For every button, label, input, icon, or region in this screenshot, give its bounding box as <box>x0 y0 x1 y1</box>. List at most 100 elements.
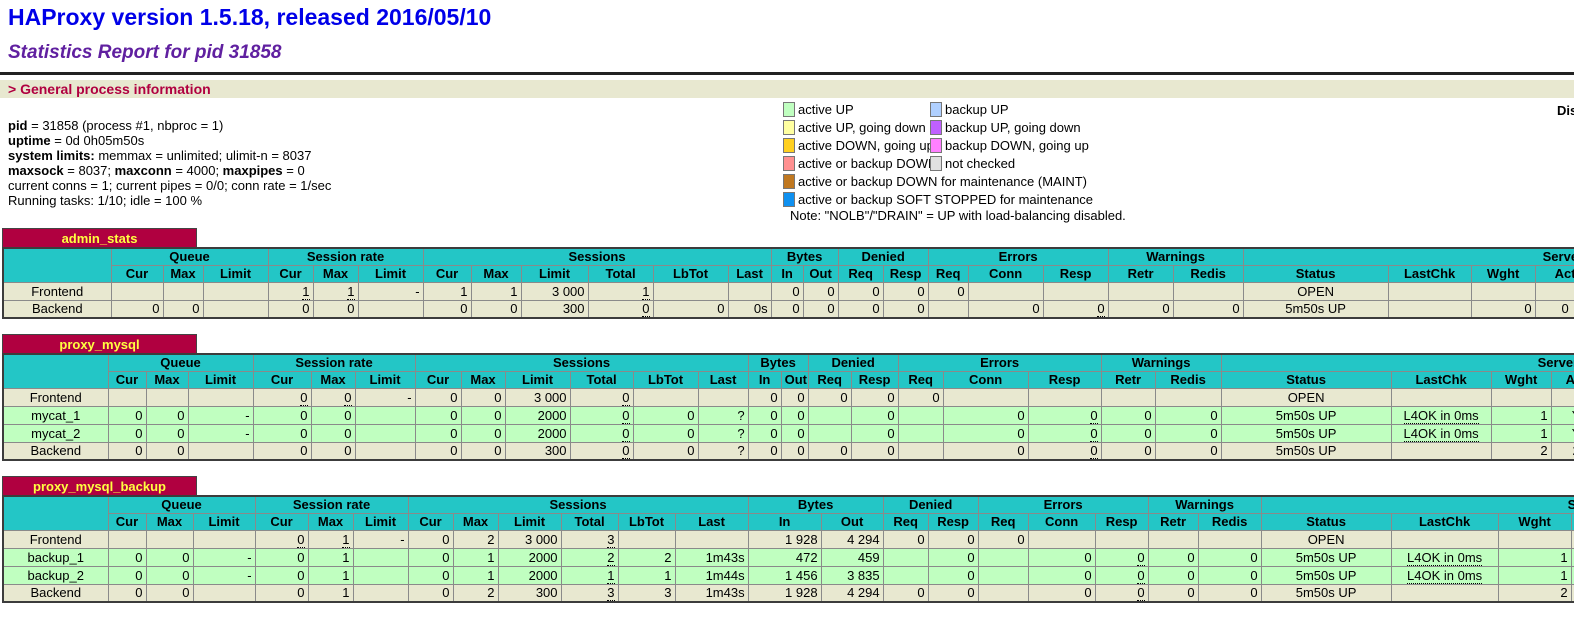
cell-denied-resp: 0 <box>851 388 898 406</box>
column-group-header-errors: Errors <box>898 354 1101 371</box>
cell-sess-total: 1 <box>588 282 653 300</box>
legend-swatch-icon <box>783 138 795 153</box>
cell-denied-req <box>808 406 851 424</box>
column-header-warn-retr: Retr <box>1148 513 1198 530</box>
cell-sess-limit: 2000 <box>505 424 570 442</box>
cell-status: 5m50s UP <box>1261 548 1391 566</box>
cell-sess-limit: 3 000 <box>498 530 561 548</box>
proxy-name-link[interactable]: proxy_mysql <box>59 337 139 352</box>
column-group-header-warnings: Warnings <box>1148 496 1261 513</box>
cell-qcur <box>108 530 146 548</box>
tooltip-value: 0 <box>642 301 649 317</box>
cell-sess-max: 2 <box>453 530 498 548</box>
cell-warn-redis: 0 <box>1198 566 1261 584</box>
cell-rate-limit <box>355 442 415 460</box>
column-header-err-conn: Conn <box>1028 513 1095 530</box>
process-info-text: uptime <box>8 133 51 148</box>
column-header-denied-resp: Resp <box>851 371 898 388</box>
tooltip-value: 1 <box>642 284 649 300</box>
cell-err-req <box>898 406 943 424</box>
column-header-sess-total: Total <box>570 371 633 388</box>
cell-denied-req: 0 <box>838 300 883 318</box>
cell-err-resp: 0 <box>1095 584 1148 602</box>
cell-rate-max: 1 <box>313 282 358 300</box>
cell-lastchk <box>1388 282 1471 300</box>
cell-lastchk: L4OK in 0ms <box>1391 566 1498 584</box>
table-row-backend: Backend000102300331m43s1 9284 2940000005… <box>3 584 1574 602</box>
cell-bytes-out: 4 294 <box>821 530 883 548</box>
tooltip-value: 3 <box>607 585 614 601</box>
cell-lbtot: 3 <box>618 584 675 602</box>
column-header-last: Last <box>728 265 771 282</box>
app-title-link[interactable]: HAProxy version 1.5.18, released 2016/05… <box>8 4 491 30</box>
cell-lastchk <box>1391 584 1498 602</box>
cell-rate-max: 0 <box>311 442 355 460</box>
table-row-backup_1: backup_100-01012000221m43s472459000005m5… <box>3 548 1574 566</box>
cell-err-conn: 0 <box>1028 548 1095 566</box>
proxy-title-bar: proxy_mysql <box>2 334 197 353</box>
cell-qmax <box>163 282 203 300</box>
column-header-qmax: Max <box>146 513 193 530</box>
column-header-rate-limit: Limit <box>353 513 408 530</box>
proxy-name-link[interactable]: proxy_mysql_backup <box>33 479 166 494</box>
table-row-frontend: Frontend00-003 000000000OPEN <box>3 388 1574 406</box>
cell-act: 2 <box>1551 442 1574 460</box>
cell-err-resp: 0 <box>1028 406 1101 424</box>
tooltip-value: 0 <box>344 390 351 406</box>
legend-swatch-icon <box>783 192 795 207</box>
column-group-header-session-rate: Session rate <box>253 354 415 371</box>
cell-sess-limit: 3 000 <box>521 282 588 300</box>
legend-swatch-icon <box>783 120 795 135</box>
cell-denied-req <box>883 566 928 584</box>
cell-qlimit: - <box>193 566 255 584</box>
column-header-qlimit: Limit <box>188 371 253 388</box>
cell-lastchk <box>1391 530 1498 548</box>
cell-sess-cur: 0 <box>415 388 461 406</box>
cell-err-req: 0 <box>928 282 968 300</box>
row-name-cell: Backend <box>3 442 108 460</box>
process-info-text: = 0 <box>283 163 305 178</box>
cell-err-req <box>978 584 1028 602</box>
column-header-rate-max: Max <box>308 513 353 530</box>
cell-sess-max: 0 <box>461 406 505 424</box>
cell-rate-cur: 0 <box>255 548 308 566</box>
column-header-rate-limit: Limit <box>358 265 423 282</box>
proxy-name-link[interactable]: admin_stats <box>62 231 138 246</box>
table-row-backend: Backend000000300000s000000005m50s UP00 <box>3 300 1574 318</box>
legend-label: active UP, going down <box>798 120 926 135</box>
cell-lbtot <box>618 530 675 548</box>
cell-sess-cur: 0 <box>423 300 471 318</box>
cell-last: 1m43s <box>675 548 748 566</box>
cell-rate-limit <box>355 424 415 442</box>
cell-sess-max: 0 <box>471 300 521 318</box>
cell-qmax: 0 <box>146 442 188 460</box>
cell-qlimit <box>188 388 253 406</box>
column-header-lastchk: LastChk <box>1391 371 1491 388</box>
cell-sess-total: 0 <box>570 442 633 460</box>
cell-bytes-out: 0 <box>803 282 838 300</box>
cell-lastchk: L4OK in 0ms <box>1391 548 1498 566</box>
row-name-cell: mycat_1 <box>3 406 108 424</box>
cell-bytes-out: 459 <box>821 548 883 566</box>
cell-act <box>1551 388 1574 406</box>
tooltip-value: 0 <box>1137 568 1144 584</box>
cell-qlimit <box>188 442 253 460</box>
tooltip-value: 0 <box>622 390 629 406</box>
cell-denied-resp: 0 <box>928 548 978 566</box>
column-group-header-queue: Queue <box>111 248 268 265</box>
cell-rate-cur: 0 <box>253 424 311 442</box>
column-header-qmax: Max <box>163 265 203 282</box>
row-name-cell: Frontend <box>3 530 108 548</box>
cell-qcur: 0 <box>108 584 146 602</box>
cell-sess-total: 0 <box>570 388 633 406</box>
column-group-header-denied: Denied <box>838 248 928 265</box>
tooltip-value: L4OK in 0ms <box>1407 550 1482 566</box>
table-row-mycat_2: mycat_200-0000200000?00000005m50s UPL4OK… <box>3 424 1574 442</box>
cell-denied-req <box>808 424 851 442</box>
table-row-frontend: Frontend11-113 000100000OPEN <box>3 282 1574 300</box>
column-group-header-sessions: Sessions <box>415 354 748 371</box>
column-header-warn-redis: Redis <box>1173 265 1243 282</box>
cell-rate-max: 0 <box>313 300 358 318</box>
cell-err-resp <box>1043 282 1108 300</box>
process-info-text: Running tasks: 1/10; idle = 100 % <box>8 193 202 208</box>
